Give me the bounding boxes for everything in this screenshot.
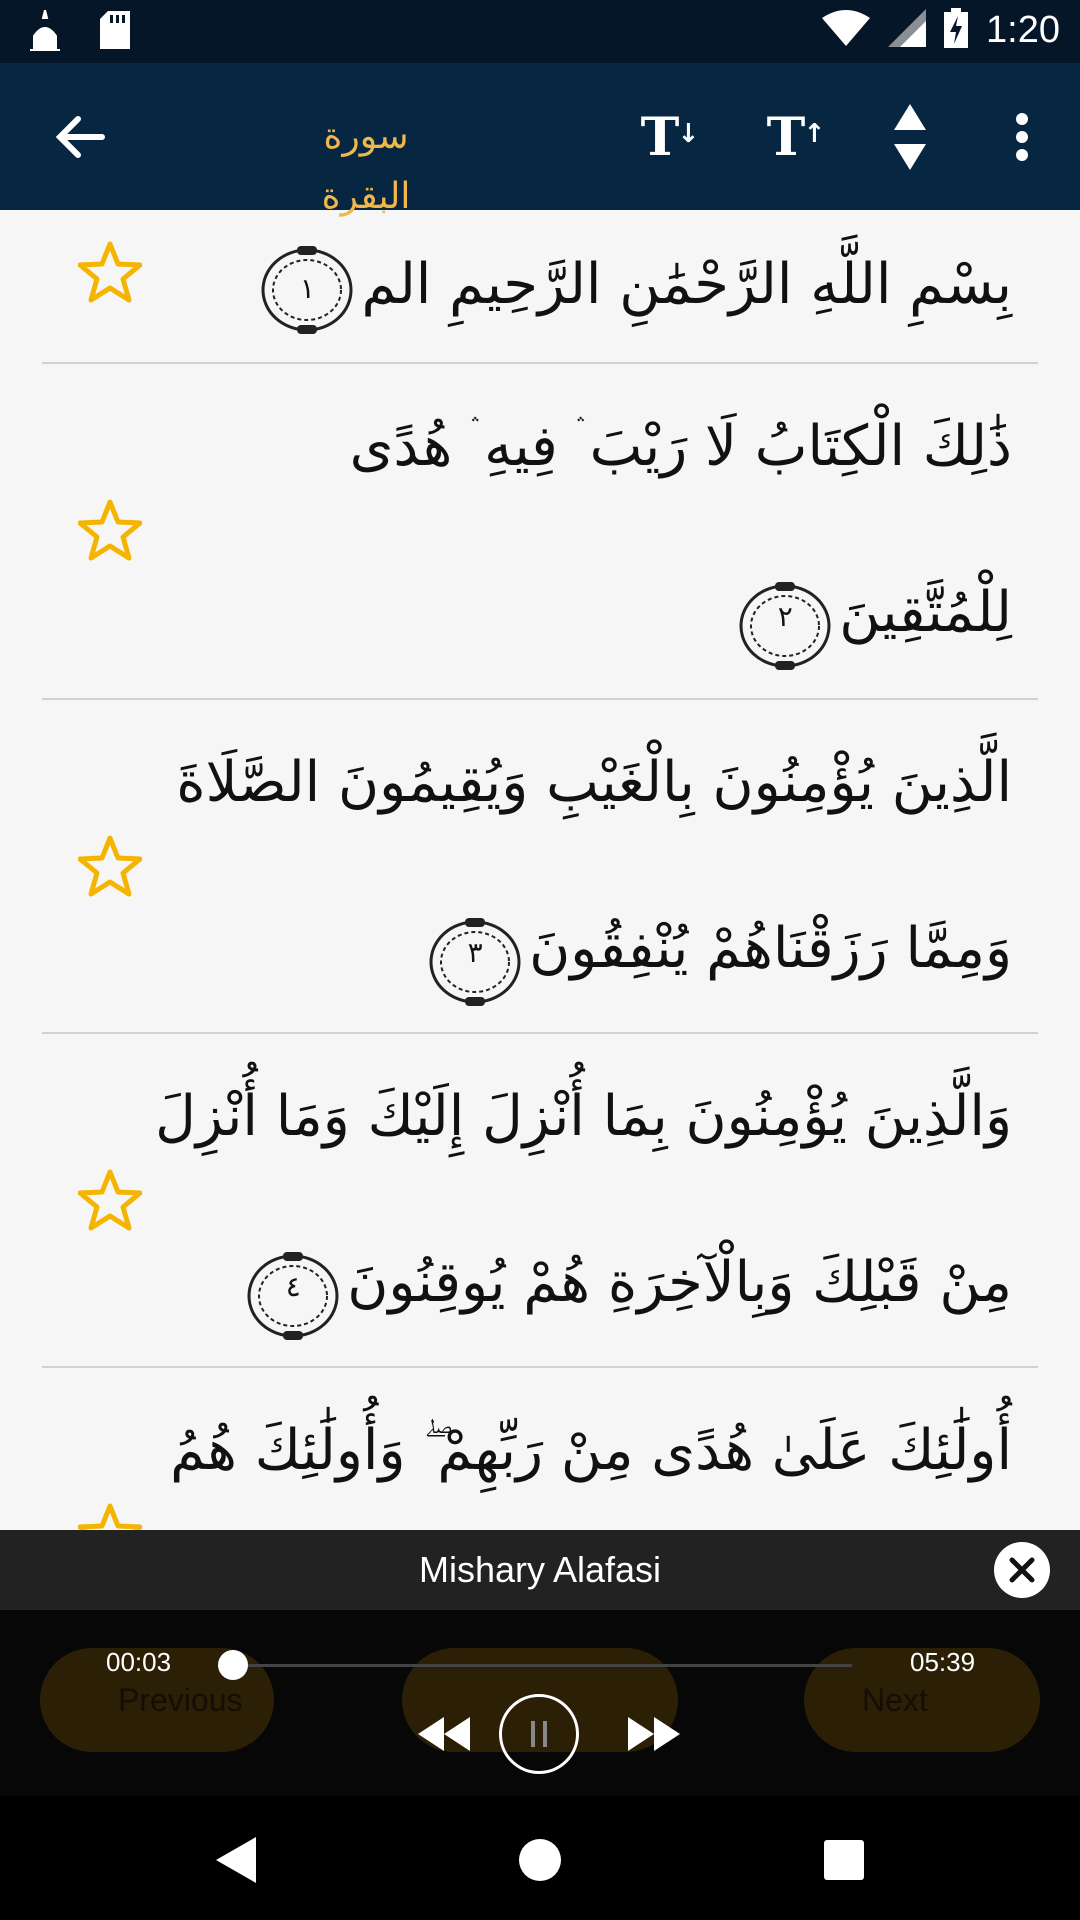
wifi-icon [822, 10, 871, 50]
seek-thumb[interactable] [217, 1650, 248, 1680]
mosque-icon [28, 9, 62, 56]
verse-text: وَالَّذِينَ يُؤْمِنُونَ بِمَا أُنْزِلَ إ… [155, 1084, 1012, 1149]
verse-list[interactable]: بِسْمِ اللَّهِ الرَّحْمَٰنِ الرَّحِيمِ ا… [0, 210, 1080, 1530]
clock: 1:20 [986, 8, 1060, 51]
ayah-number: ٤ [285, 1269, 301, 1303]
page-title: سورة البقرة [321, 116, 411, 217]
player-header: Mishary Alafasi [0, 1530, 1080, 1610]
ayah-number-marker: ٣ [427, 907, 523, 1006]
status-bar: 1:20 [0, 0, 1080, 63]
font-increase-icon: T ↑ [766, 106, 826, 168]
fast-forward-button[interactable] [624, 1706, 684, 1762]
fast-forward-icon [628, 1717, 680, 1751]
ayah-number: ٢ [777, 599, 793, 633]
bookmark-star-icon[interactable] [77, 1502, 143, 1530]
pause-button[interactable] [499, 1694, 579, 1774]
signal-icon [888, 9, 927, 51]
verse-text: لِلْمُتَّقِينَ [839, 580, 1012, 645]
bookmark-star-icon[interactable] [77, 1168, 143, 1232]
close-player-button[interactable] [994, 1542, 1050, 1598]
elapsed-time: 00:03 [106, 1647, 172, 1677]
verse-row[interactable]: ذَٰلِكَ الْكِتَابُ لَا رَيْبَ ۛ فِيهِ ۛ … [0, 364, 1080, 700]
back-triangle-icon [216, 1837, 256, 1883]
duration-time: 05:39 [910, 1647, 976, 1677]
rewind-icon [418, 1717, 470, 1751]
more-vert-icon [1016, 113, 1028, 161]
nav-recents-button[interactable] [812, 1828, 876, 1892]
bookmark-star-icon[interactable] [77, 834, 143, 898]
verse-text: بِسْمِ اللَّهِ الرَّحْمَٰنِ الرَّحِيمِ ا… [361, 252, 1012, 317]
rewind-button[interactable] [414, 1706, 474, 1762]
verse-row[interactable]: وَالَّذِينَ يُؤْمِنُونَ بِمَا أُنْزِلَ إ… [0, 1034, 1080, 1368]
reciter-name: Mishary Alafasi [418, 1549, 662, 1590]
ayah-number-marker: ٢ [737, 571, 833, 670]
verse-text: وَمِمَّا رَزَقْنَاهُمْ يُنْفِقُونَ [529, 916, 1012, 981]
system-nav-bar [0, 1796, 1080, 1920]
app-bar: سورة البقرة T ↓ T ↑ [0, 63, 1080, 217]
verse-text: الَّذِينَ يُؤْمِنُونَ بِالْغَيْبِ وَيُقِ… [176, 750, 1012, 815]
verse-row[interactable]: أُولَٰئِكَ عَلَىٰ هُدًى مِنْ رَبِّهِمْ ۖ… [0, 1368, 1080, 1530]
close-icon [1009, 1557, 1035, 1583]
recents-square-icon [824, 1840, 864, 1880]
pause-icon [531, 1721, 547, 1747]
scroll-toggle-icon [894, 104, 926, 170]
verse-text: مِنْ قَبْلِكَ وَبِالْآخِرَةِ هُمْ يُوقِن… [347, 1250, 1012, 1315]
verse-text: أُولَٰئِكَ عَلَىٰ هُدًى مِنْ رَبِّهِمْ ۖ… [170, 1418, 1012, 1483]
ayah-number-marker: ٤ [245, 1241, 341, 1340]
seek-bar[interactable] [227, 1664, 852, 1667]
player-controls: Previous Next 00:03 05:39 [0, 1610, 1080, 1796]
bookmark-star-icon[interactable] [77, 240, 143, 304]
font-decrease-button[interactable]: T ↓ [622, 99, 700, 175]
nav-back-button[interactable] [204, 1828, 268, 1892]
nav-home-button[interactable] [508, 1828, 572, 1892]
ayah-number: ٣ [467, 935, 483, 969]
font-decrease-icon: T ↓ [640, 106, 700, 168]
battery-charging-icon [944, 8, 969, 52]
sd-card-icon [98, 11, 132, 55]
ayah-number: ١ [299, 271, 315, 305]
ayah-number-marker: ١ [259, 243, 355, 335]
verse-text: ذَٰلِكَ الْكِتَابُ لَا رَيْبَ ۛ فِيهِ ۛ … [349, 414, 1012, 479]
scroll-toggle-button[interactable] [872, 99, 948, 175]
back-arrow-icon[interactable] [52, 109, 108, 165]
bookmark-star-icon[interactable] [77, 498, 143, 562]
home-circle-icon [519, 1839, 561, 1881]
font-increase-button[interactable]: T ↑ [748, 99, 826, 175]
more-menu-button[interactable] [984, 99, 1060, 175]
verse-row[interactable]: الَّذِينَ يُؤْمِنُونَ بِالْغَيْبِ وَيُقِ… [0, 700, 1080, 1034]
verse-row[interactable]: بِسْمِ اللَّهِ الرَّحْمَٰنِ الرَّحِيمِ ا… [0, 210, 1080, 364]
